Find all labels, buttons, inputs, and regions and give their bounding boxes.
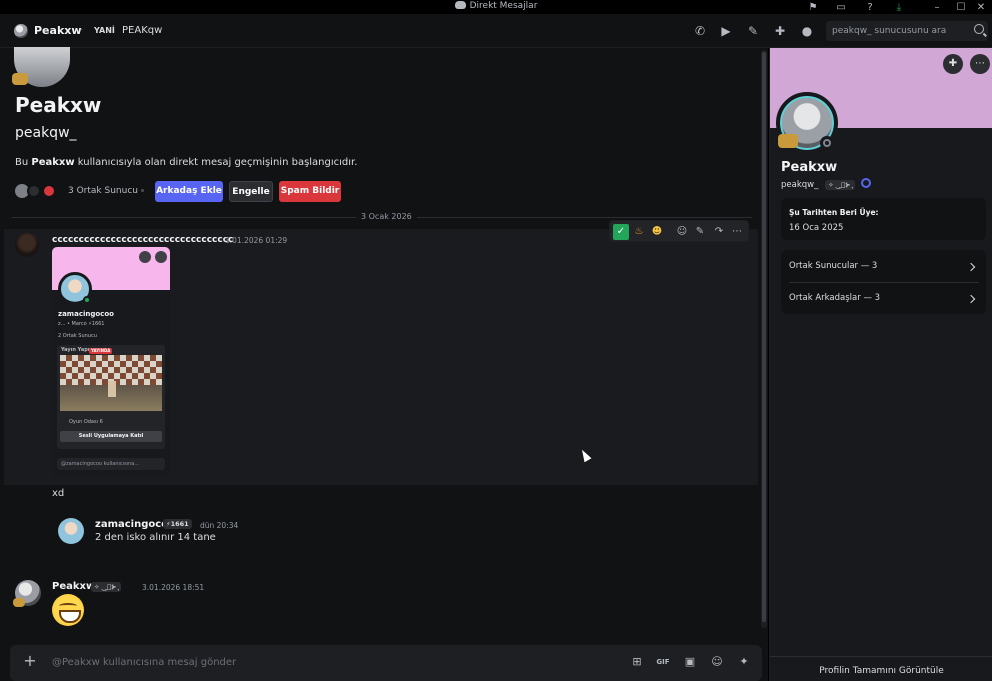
message-avatar[interactable] <box>15 233 39 257</box>
profile-username: peakqw_ <box>781 180 819 190</box>
embed-activity-card: Yayın Yapıyor YAYINDA Oyun Odası 6 Sesli… <box>57 345 165 449</box>
discord-logo-icon <box>454 1 466 9</box>
embed-add-friend-icon <box>139 251 151 263</box>
pin-icon[interactable]: ✎ <box>745 23 761 39</box>
edit-icon[interactable]: ✎ <box>692 224 708 240</box>
chevron-right-icon[interactable] <box>966 294 976 304</box>
message-author-badge: ✧ ‿̩͙⊱ ̩͙ <box>91 582 122 592</box>
reaction-fire-icon[interactable]: ♨ <box>631 224 647 240</box>
embed-online-status <box>83 296 91 304</box>
mutual-server-icon-2[interactable] <box>27 184 41 198</box>
mutuals-card: Ortak Sunucular — 3 Ortak Arkadaşlar — 3 <box>781 250 986 314</box>
separator-dot <box>141 189 144 192</box>
header-separator: · <box>80 23 84 36</box>
message-avatar[interactable] <box>58 518 84 544</box>
sticker-icon[interactable]: ▣ <box>683 655 697 669</box>
apps-icon[interactable]: ✦ <box>737 655 751 669</box>
message-text: xd <box>52 488 65 499</box>
message-timestamp: dün 20:34 <box>200 521 239 530</box>
mutual-friends-row[interactable]: Ortak Arkadaşlar — 3 <box>789 293 880 303</box>
gift-icon[interactable]: ⊞ <box>630 655 644 669</box>
window-title: Direkt Mesajlar <box>469 1 538 11</box>
profile-display-name: Peakxw <box>781 160 838 175</box>
intro-username: peakqw_ <box>15 125 77 141</box>
title-bar: Direkt Mesajlar ⚑ ▭ ? ⤓ – ☐ ✕ <box>0 0 992 14</box>
embed-game-preview <box>60 355 162 411</box>
more-options-icon[interactable]: ⋯ <box>970 54 990 74</box>
message-composer: + ⊞ GIF ▣ ☺ ✦ <box>10 645 762 681</box>
header-tag: YANİ <box>94 26 115 35</box>
mutuals-divider <box>789 282 979 283</box>
header-avatar[interactable] <box>14 24 28 38</box>
message-input[interactable] <box>52 654 502 670</box>
report-spam-button[interactable]: Spam Bildir <box>279 181 341 202</box>
video-call-icon[interactable]: ▶ <box>718 23 734 39</box>
message-author[interactable]: cccccccccccccccccccccccccccccccccc <box>52 235 233 245</box>
image-attachment[interactable]: zamacingocoo z... • Marco ⚡1661 2 Ortak … <box>52 247 170 475</box>
intro-display-name: Peakxw <box>15 93 102 117</box>
block-button[interactable]: Engelle <box>229 181 273 202</box>
search-icon <box>974 24 984 34</box>
flag-icon[interactable]: ⚑ <box>800 0 826 14</box>
dm-header: Peakxw · YANİ PEAKqw ✆ ▶ ✎ ✚ ● <box>0 14 992 48</box>
add-friend-button[interactable]: Arkadaş Ekle <box>155 181 223 202</box>
add-friends-to-dm-icon[interactable]: ✚ <box>772 23 788 39</box>
header-name[interactable]: Peakxw <box>34 24 82 37</box>
intro-description: Bu Peakxw kullanıcısıyla olan direkt mes… <box>15 157 358 168</box>
embed-mutual: 2 Ortak Sunucu <box>58 333 97 339</box>
embed-name: zamacingocoo <box>58 310 114 318</box>
header-subtitle: PEAKqw <box>122 25 163 36</box>
embed-user-line: z... • Marco ⚡1661 <box>58 321 105 327</box>
emoji-icon[interactable]: ☺ <box>710 655 724 669</box>
add-friend-icon[interactable]: ✚ <box>943 54 963 74</box>
message-author[interactable]: Peakxw <box>52 581 95 592</box>
add-reaction-icon[interactable]: ☺ <box>674 224 690 240</box>
user-profile-panel: ✚ ⋯ Peakxw peakqw_ ✧ ‿̩͙⊱ ̩͙ Şu Tarihten… <box>769 48 992 681</box>
chat-scrollbar-thumb[interactable] <box>762 52 766 622</box>
chevron-right-icon[interactable] <box>966 262 976 272</box>
mutual-servers-row[interactable]: Ortak Sunucular — 3 <box>789 261 877 271</box>
more-options-icon[interactable]: ⋯ <box>729 224 745 240</box>
mutual-server-icon-3[interactable] <box>42 184 56 198</box>
message-text: 2 den isko alınır 14 tane <box>95 532 216 543</box>
member-since-value: 16 Oca 2025 <box>789 223 844 233</box>
embed-message-input: @zamacingocoo kullanıcısına... <box>57 458 165 470</box>
voice-call-icon[interactable]: ✆ <box>692 23 708 39</box>
date-divider-label: 3 Ocak 2026 <box>356 212 417 221</box>
search-box[interactable] <box>826 21 988 41</box>
nitro-badge-icon[interactable] <box>861 178 872 188</box>
embed-join-button: Sesli Uygulamaya Katıl <box>60 431 162 442</box>
embed-more-icon <box>155 251 167 263</box>
profile-badge: ✧ ‿̩͙⊱ ̩͙ <box>825 180 856 190</box>
grinning-emoji-icon <box>52 594 84 626</box>
user-profile-icon[interactable]: ● <box>799 23 815 39</box>
avatar-decoration-icon <box>778 134 798 148</box>
inbox-icon[interactable]: ▭ <box>828 0 854 14</box>
message-timestamp: 3.01.2026 01:29 <box>225 236 288 245</box>
offline-status-icon <box>820 136 834 150</box>
help-icon[interactable]: ? <box>857 0 883 14</box>
profile-username-line: peakqw_ ✧ ‿̩͙⊱ ̩͙ <box>781 178 872 190</box>
message-timestamp: 3.01.2026 18:51 <box>142 583 205 592</box>
gif-icon[interactable]: GIF <box>656 655 670 669</box>
avatar-decoration-icon <box>13 598 25 607</box>
search-input[interactable] <box>832 23 972 39</box>
embed-live-badge: YAYINDA <box>89 348 113 354</box>
mutual-servers-count[interactable]: 3 Ortak Sunucu <box>68 186 138 196</box>
message-author-badge: ⚡1661 <box>163 519 192 529</box>
reaction-cat-icon[interactable]: ☻ <box>649 224 665 240</box>
download-icon[interactable]: ⤓ <box>886 0 912 14</box>
member-since-label: Şu Tarihten Beri Üye: <box>789 208 879 217</box>
member-since-card: Şu Tarihten Beri Üye: 16 Oca 2025 <box>781 198 986 240</box>
view-full-profile-button[interactable]: Profilin Tamamını Görüntüle <box>770 656 992 681</box>
avatar-decoration-icon <box>12 73 28 85</box>
embed-voice-channel: Oyun Odası 6 <box>69 419 103 425</box>
minimize-button[interactable]: – <box>924 0 950 14</box>
reaction-check-icon[interactable]: ✓ <box>613 224 629 240</box>
forward-icon[interactable]: ↷ <box>711 224 727 240</box>
message-actions-toolbar: ✓ ♨ ☻ ☺ ✎ ↷ ⋯ <box>609 220 749 242</box>
upload-plus-icon[interactable]: + <box>22 653 38 669</box>
close-button[interactable]: ✕ <box>968 0 992 14</box>
